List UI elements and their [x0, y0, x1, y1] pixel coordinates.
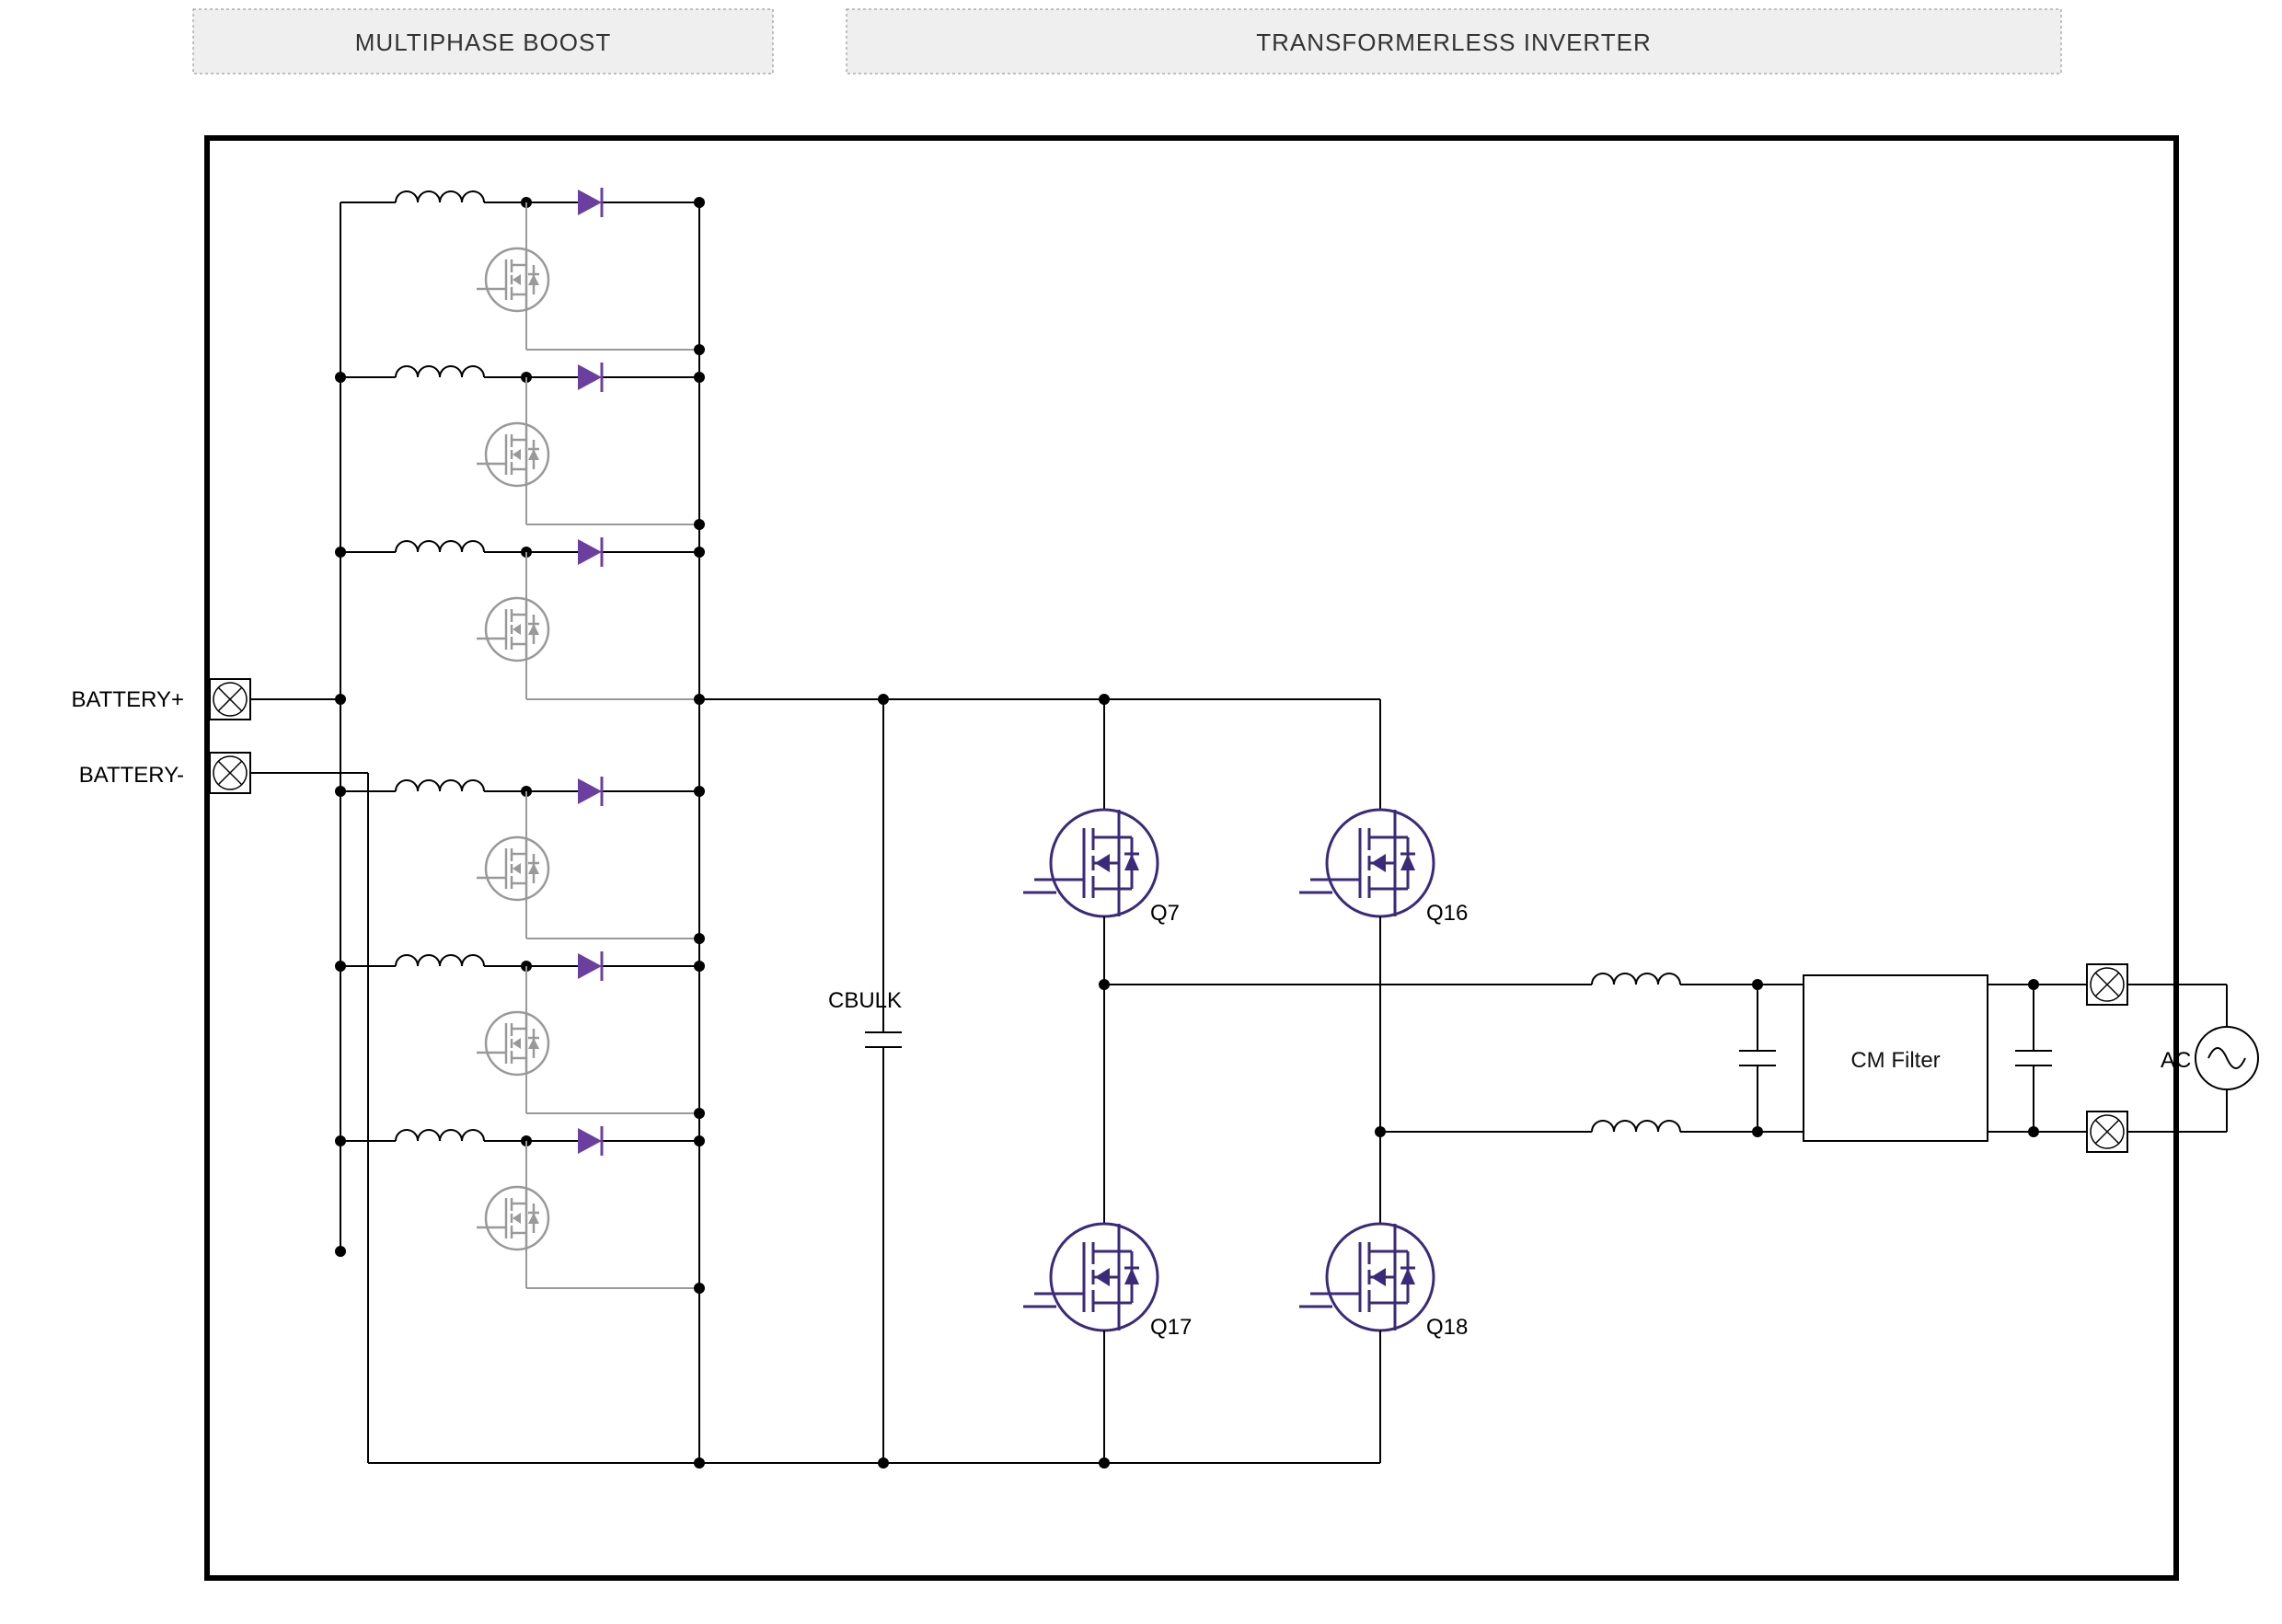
- label-ac: AC: [2161, 1048, 2191, 1073]
- diode-icon: [561, 777, 617, 806]
- diode-icon: [561, 188, 617, 217]
- inductor-icon: [386, 191, 497, 202]
- schematic-frame: [207, 138, 2176, 1578]
- terminal-battery-minus: [210, 753, 250, 793]
- boost-phase-2: [335, 363, 705, 558]
- inductor-icon: [386, 1130, 497, 1141]
- label-cmfilter: CM Filter: [1850, 1048, 1940, 1073]
- diode-icon: [561, 537, 617, 567]
- terminal-ac-bot: [2087, 1111, 2127, 1152]
- terminal-battery-plus: [210, 679, 250, 720]
- inductor-icon: [386, 541, 497, 552]
- header-right-label: TRANSFORMERLESS INVERTER: [1256, 29, 1651, 56]
- boost-phase-4: [335, 777, 699, 972]
- mosfet-icon: [477, 598, 548, 661]
- mosfet-q17-icon: [1023, 1224, 1158, 1330]
- label-battery-plus: BATTERY+: [72, 687, 184, 712]
- inductor-out-top-icon: [1583, 973, 1693, 985]
- mosfet-icon: [477, 423, 548, 486]
- inductor-icon: [386, 955, 497, 966]
- ac-source-icon: [2196, 1027, 2258, 1089]
- mosfet-q16-icon: [1299, 810, 1434, 916]
- cbulk-capacitor-icon: [865, 1003, 902, 1077]
- header-left-label: MULTIPHASE BOOST: [355, 29, 611, 56]
- label-cbulk: CBULK: [828, 988, 902, 1013]
- cap-filter-right-icon: [2015, 1021, 2052, 1095]
- mosfet-q7-icon: [1023, 810, 1158, 916]
- inductor-out-bot-icon: [1583, 1121, 1693, 1132]
- boost-phase-6: [335, 1126, 699, 1288]
- label-q17: Q17: [1150, 1315, 1192, 1340]
- inductor-icon: [386, 780, 497, 791]
- mosfet-q18-icon: [1299, 1224, 1434, 1330]
- mosfet-icon: [477, 248, 548, 311]
- terminal-ac-top: [2087, 964, 2127, 1005]
- boost-phase-1: [335, 188, 705, 383]
- cap-filter-left-icon: [1739, 1021, 1776, 1095]
- label-q18: Q18: [1426, 1315, 1468, 1340]
- diode-icon: [561, 1126, 617, 1156]
- boost-phase-5: [335, 951, 699, 1146]
- inductor-icon: [386, 366, 497, 377]
- boost-phase-3: [335, 537, 705, 705]
- diode-icon: [561, 363, 617, 392]
- label-battery-minus: BATTERY-: [79, 763, 184, 788]
- label-q7: Q7: [1150, 901, 1180, 926]
- mosfet-icon: [477, 1187, 548, 1250]
- label-q16: Q16: [1426, 901, 1468, 926]
- mosfet-icon: [477, 837, 548, 900]
- mosfet-icon: [477, 1012, 548, 1075]
- diode-icon: [561, 951, 617, 981]
